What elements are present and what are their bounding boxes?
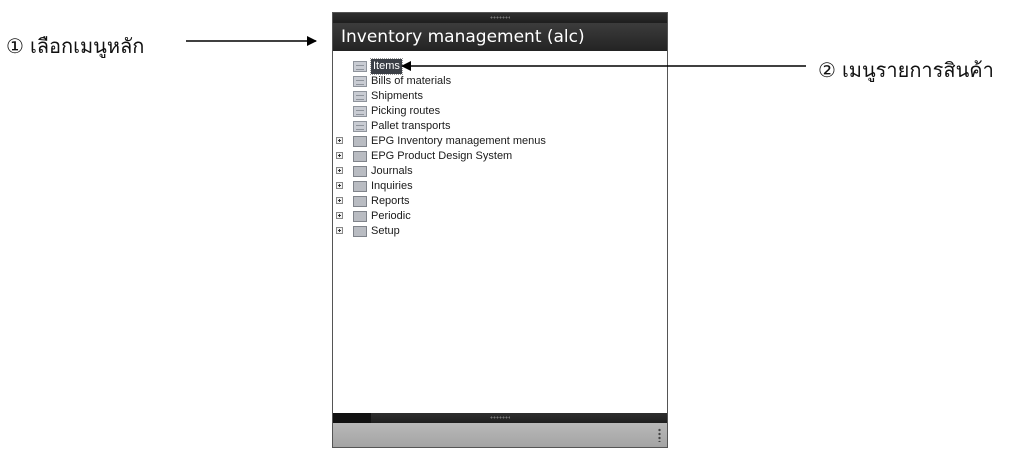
expand-icon[interactable] bbox=[336, 167, 343, 174]
callout-text-1: เลือกเมนูหลัก bbox=[29, 34, 145, 58]
folder-icon bbox=[353, 211, 367, 222]
folder-icon bbox=[353, 136, 367, 147]
tree-folder-inquiries[interactable]: Inquiries bbox=[333, 179, 667, 194]
folder-icon bbox=[353, 226, 367, 237]
folder-icon bbox=[353, 196, 367, 207]
tree-item-label: Inquiries bbox=[371, 180, 413, 192]
tree-item-pallet-transports[interactable]: Pallet transports bbox=[333, 119, 667, 134]
folder-icon bbox=[353, 166, 367, 177]
callout-number-1: ① bbox=[6, 34, 24, 58]
tree-item-bills-of-materials[interactable]: Bills of materials bbox=[333, 74, 667, 89]
tree-folder-setup[interactable]: Setup bbox=[333, 224, 667, 239]
expand-icon[interactable] bbox=[336, 212, 343, 219]
tree-folder-epg-product-design-system[interactable]: EPG Product Design System bbox=[333, 149, 667, 164]
tree-folder-reports[interactable]: Reports bbox=[333, 194, 667, 209]
tree-item-items[interactable]: Items bbox=[333, 58, 667, 75]
status-bar bbox=[333, 423, 667, 447]
navigation-tree: Items Bills of materials Shipments Picki… bbox=[333, 51, 667, 239]
window-top-grip[interactable] bbox=[333, 13, 667, 23]
expand-icon[interactable] bbox=[336, 197, 343, 204]
expand-icon[interactable] bbox=[336, 227, 343, 234]
resize-handle-icon[interactable] bbox=[658, 428, 661, 442]
tree-item-label: EPG Product Design System bbox=[371, 150, 513, 162]
menu-item-icon bbox=[353, 106, 367, 117]
grip-dots-icon bbox=[490, 416, 510, 419]
tree-folder-periodic[interactable]: Periodic bbox=[333, 209, 667, 224]
tree-item-label: Picking routes bbox=[371, 105, 441, 117]
tree-item-label: Periodic bbox=[371, 210, 411, 222]
expand-icon[interactable] bbox=[336, 182, 343, 189]
folder-icon bbox=[353, 181, 367, 192]
tree-item-label: Bills of materials bbox=[371, 75, 452, 87]
tree-item-label: Shipments bbox=[371, 90, 423, 102]
grip-dots-icon bbox=[490, 16, 510, 19]
window-title: Inventory management (alc) bbox=[333, 23, 667, 51]
tree-item-label: Reports bbox=[371, 195, 410, 207]
menu-item-icon bbox=[353, 91, 367, 102]
inventory-management-window: Inventory management (alc) Items Bills o… bbox=[332, 12, 668, 448]
tree-item-shipments[interactable]: Shipments bbox=[333, 89, 667, 104]
callout-items-menu: ② เมนูรายการสินค้า bbox=[818, 54, 994, 86]
menu-item-icon bbox=[353, 61, 367, 72]
menu-item-icon bbox=[353, 76, 367, 87]
callout-select-main-menu: ① เลือกเมนูหลัก bbox=[6, 30, 144, 62]
tree-item-label: Setup bbox=[371, 225, 400, 237]
folder-icon bbox=[353, 151, 367, 162]
window-footer bbox=[333, 413, 667, 447]
tree-item-label: Pallet transports bbox=[371, 120, 451, 132]
window-bottom-grip[interactable] bbox=[333, 413, 667, 423]
expand-icon[interactable] bbox=[336, 152, 343, 159]
grip-accent bbox=[333, 413, 371, 423]
callout-number-2: ② bbox=[818, 58, 836, 82]
tree-item-label: Items bbox=[370, 58, 403, 75]
tree-item-picking-routes[interactable]: Picking routes bbox=[333, 104, 667, 119]
callout-text-2: เมนูรายการสินค้า bbox=[841, 58, 994, 82]
tree-item-label: Journals bbox=[371, 165, 413, 177]
menu-item-icon bbox=[353, 121, 367, 132]
tree-folder-journals[interactable]: Journals bbox=[333, 164, 667, 179]
expand-icon[interactable] bbox=[336, 137, 343, 144]
tree-folder-epg-inventory-management-menus[interactable]: EPG Inventory management menus bbox=[333, 134, 667, 149]
tree-item-label: EPG Inventory management menus bbox=[371, 135, 546, 147]
